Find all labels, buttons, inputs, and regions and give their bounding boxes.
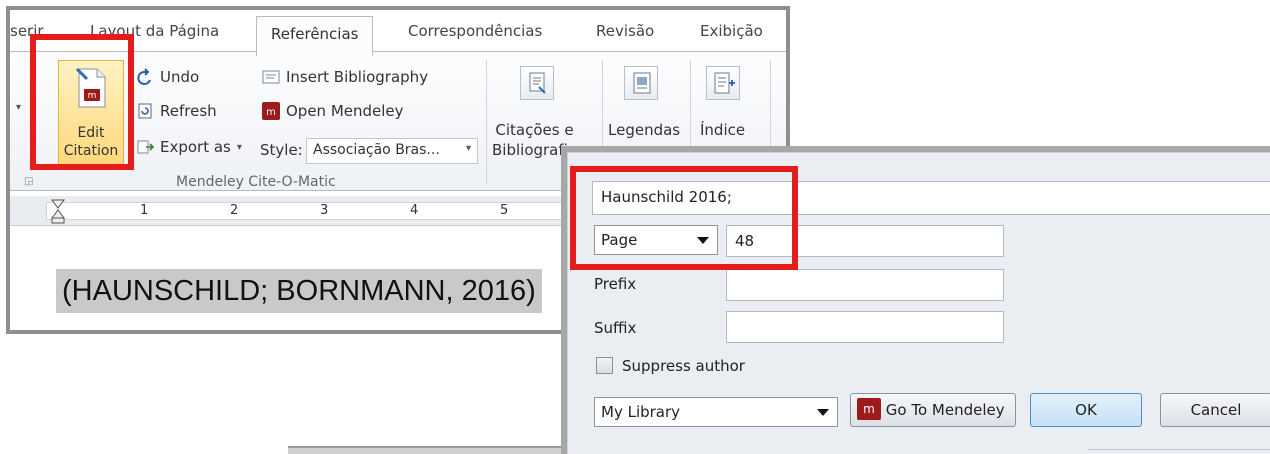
go-to-mendeley-label: Go To Mendeley [885, 401, 1005, 419]
insert-bibliography-icon [262, 70, 280, 84]
citation-text[interactable]: (HAUNSCHILD; BORNMANN, 2016) [56, 269, 542, 313]
background-window-edge [288, 446, 578, 454]
open-mendeley-label: Open Mendeley [286, 102, 404, 120]
tab-referencias[interactable]: Referências [256, 16, 374, 56]
ruler-number: 1 [140, 203, 149, 218]
ruler-number: 3 [320, 203, 329, 218]
highlight-box-edit-citation [30, 34, 134, 170]
dialog-footer-edge [1088, 449, 1270, 453]
highlight-box-citation-page [570, 166, 798, 270]
refresh-button[interactable]: Refresh [136, 102, 217, 120]
insert-bibliography-button[interactable]: Insert Bibliography [262, 68, 428, 86]
tab-revisao[interactable]: Revisão [596, 22, 654, 40]
insert-bibliography-label: Insert Bibliography [286, 68, 429, 86]
export-as-label: Export as [160, 138, 231, 156]
export-as-button[interactable]: Export as ▾ [136, 138, 242, 156]
prefix-field[interactable] [726, 269, 1004, 301]
suffix-label: Suffix [594, 319, 637, 337]
chevron-down-icon [817, 409, 829, 416]
prefix-label: Prefix [594, 275, 637, 293]
undo-button[interactable]: Undo [136, 68, 199, 86]
refresh-label: Refresh [160, 102, 217, 120]
style-label: Style: [260, 141, 303, 159]
indice-icon[interactable] [706, 66, 740, 100]
suppress-author-checkbox[interactable] [596, 357, 613, 374]
svg-text:m: m [863, 402, 875, 416]
undo-icon [137, 68, 151, 85]
tab-correspondencias[interactable]: Correspondências [408, 22, 542, 40]
legendas-icon[interactable] [624, 66, 658, 100]
cancel-button[interactable]: Cancel [1160, 393, 1270, 427]
library-select[interactable]: My Library [594, 397, 838, 427]
mendeley-icon: m [262, 102, 280, 120]
style-select[interactable]: Associação Bras... ▾ [306, 138, 478, 164]
mendeley-icon: m [857, 398, 881, 420]
suffix-field[interactable] [726, 311, 1004, 343]
ruler-number: 4 [410, 203, 419, 218]
tab-exibicao[interactable]: Exibição [700, 22, 763, 40]
go-to-mendeley-button[interactable]: m Go To Mendeley [850, 393, 1016, 427]
svg-text:m: m [266, 107, 276, 118]
citacoes-icon[interactable] [520, 66, 554, 100]
undo-label: Undo [160, 68, 200, 86]
ribbon-separator [486, 60, 487, 184]
style-select-value: Associação Bras... [313, 142, 440, 158]
dialog-launcher-icon[interactable]: ◲ [24, 176, 33, 187]
refresh-icon [138, 103, 152, 119]
export-icon [137, 140, 154, 154]
chevron-down-icon: ▾ [465, 143, 471, 154]
ruler-number: 5 [500, 203, 509, 218]
citacoes-label-line1: Citações e [495, 121, 574, 139]
library-value: My Library [601, 403, 681, 421]
chevron-down-icon: ▾ [236, 141, 242, 153]
suppress-author-label: Suppress author [622, 357, 745, 375]
ok-button[interactable]: OK [1030, 393, 1142, 427]
ruler-number: 2 [230, 203, 239, 218]
legendas-button[interactable]: Legendas [608, 120, 680, 140]
dropdown-arrow-icon[interactable]: ▾ [16, 102, 21, 113]
indent-marker-icon[interactable] [50, 198, 66, 224]
open-mendeley-button[interactable]: m Open Mendeley [262, 102, 404, 120]
group-label-mendeley: Mendeley Cite-O-Matic [176, 174, 336, 190]
indice-button[interactable]: Índice [700, 120, 745, 140]
